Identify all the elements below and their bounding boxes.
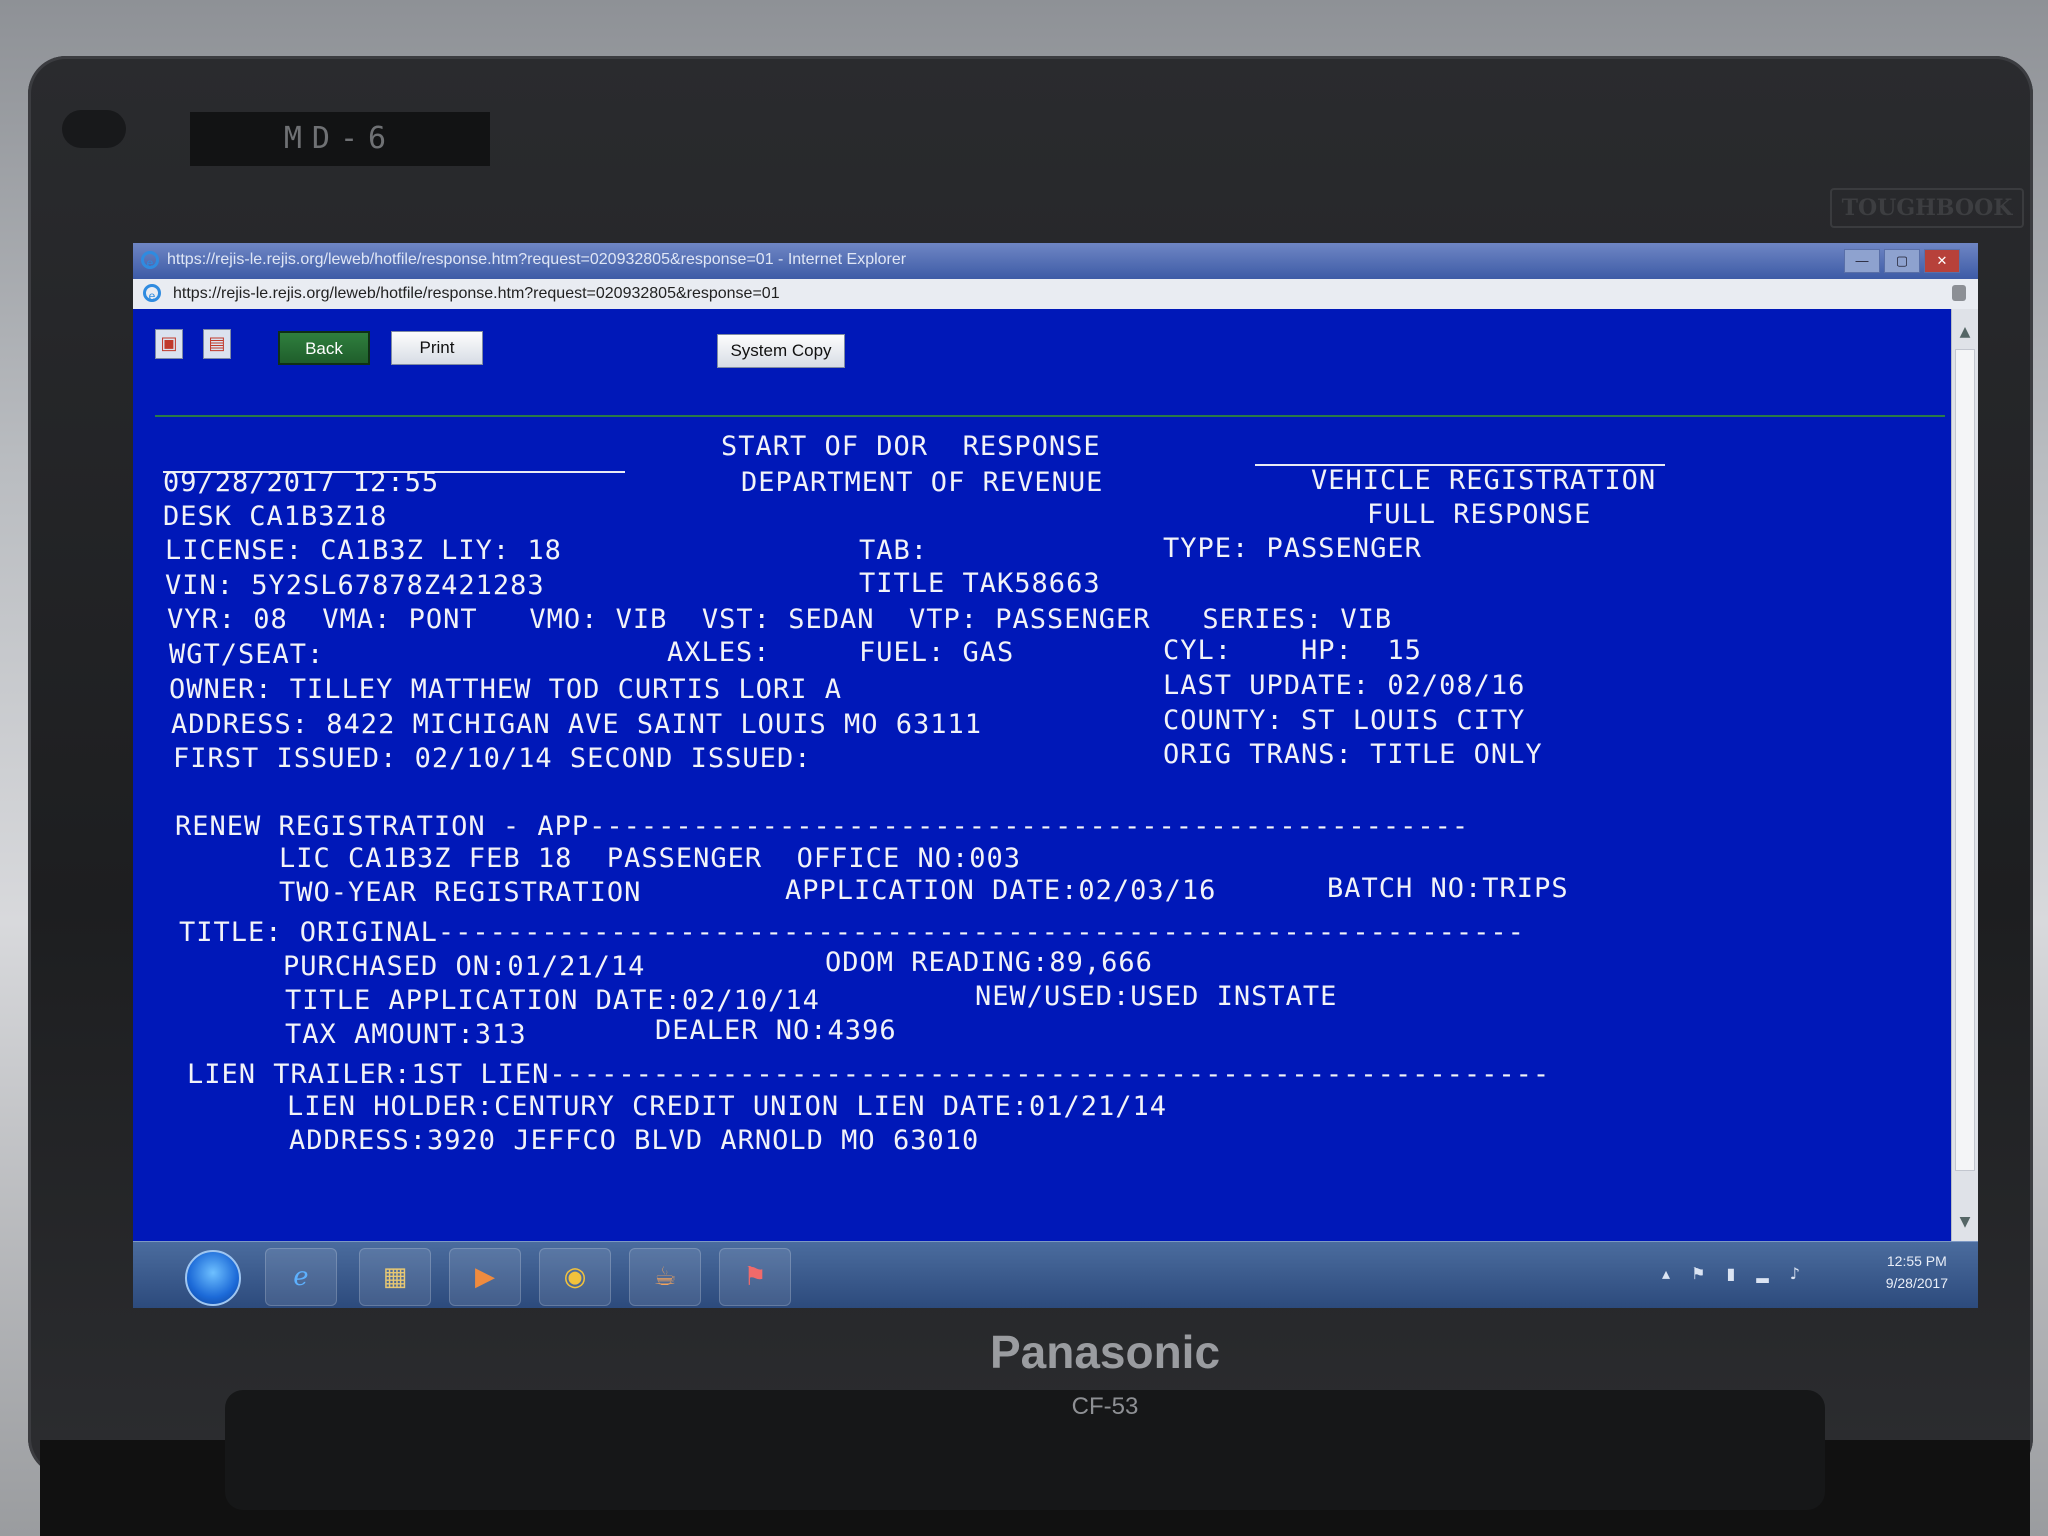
scroll-down-icon[interactable]: ▼	[1956, 1213, 1974, 1231]
java-icon[interactable]: ☕	[629, 1248, 701, 1306]
close-button[interactable]: ✕	[1924, 249, 1960, 273]
vertical-scrollbar[interactable]: ▲ ▼	[1951, 309, 1978, 1241]
window-titlebar[interactable]: e https://rejis-le.rejis.org/leweb/hotfi…	[133, 243, 1978, 279]
screen: e https://rejis-le.rejis.org/leweb/hotfi…	[133, 243, 1978, 1308]
model-label: CF-53	[1071, 1393, 1139, 1420]
renew-license-line: LIC CA1B3Z FEB 18 PASSENGER OFFICE NO:00…	[279, 843, 1021, 874]
print-button[interactable]: Print	[391, 331, 483, 365]
weight-seat-field: WGT/SEAT:	[169, 639, 325, 670]
lien-section-header: LIEN TRAILER:1ST LIEN-------------------…	[187, 1059, 1551, 1090]
owner-field: OWNER: TILLEY MATTHEW TOD CURTIS LORI A	[169, 674, 842, 705]
title-application-date: TITLE APPLICATION DATE:02/10/14	[285, 985, 820, 1016]
maximize-button[interactable]: ▢	[1884, 249, 1920, 273]
taskbar: ℯ ▦ ▶ ◉ ☕ ⚑ ▴ ⚑ ▮ ▂ ♪ 12:55 PM 9/28/2017	[133, 1241, 1978, 1308]
address-url[interactable]: https://rejis-le.rejis.org/leweb/hotfile…	[173, 285, 780, 303]
county-field: COUNTY: ST LOUIS CITY	[1163, 705, 1526, 736]
tax-amount-field: TAX AMOUNT:313	[285, 1019, 527, 1050]
cyl-hp-field: CYL: HP: 15	[1163, 635, 1422, 666]
record-type: VEHICLE REGISTRATION	[1311, 465, 1657, 496]
license-line: LICENSE: CA1B3Z LIY: 18	[165, 535, 562, 566]
folder-icon[interactable]: ▦	[359, 1248, 431, 1306]
camera-housing	[62, 110, 126, 148]
full-response-label: FULL RESPONSE	[1367, 499, 1592, 530]
address-bar[interactable]: e https://rejis-le.rejis.org/leweb/hotfi…	[133, 279, 1978, 310]
renew-registration-header: RENEW REGISTRATION - APP----------------…	[175, 811, 1470, 842]
last-update-field: LAST UPDATE: 02/08/16	[1163, 670, 1526, 701]
window-title: https://rejis-le.rejis.org/leweb/hotfile…	[167, 251, 907, 268]
title-number: TITLE TAK58663	[859, 568, 1101, 599]
media-player-icon[interactable]: ▶	[449, 1248, 521, 1306]
response-datetime: 09/28/2017 12:55	[163, 467, 440, 498]
print-icon[interactable]: ▤	[203, 329, 231, 359]
application-date: APPLICATION DATE:02/03/16	[785, 875, 1217, 906]
registration-term: TWO-YEAR REGISTRATION	[279, 877, 642, 908]
page-content: ▣ ▤ Back Print System Copy START OF DOR …	[133, 309, 1978, 1241]
batch-number: BATCH NO:TRIPS	[1327, 873, 1569, 904]
new-used-field: NEW/USED:USED INSTATE	[975, 981, 1338, 1012]
vin-field: VIN: 5Y2SL67878Z421283	[165, 570, 545, 601]
desk-id: DESK CA1B3Z18	[163, 501, 388, 532]
dealer-number-field: DEALER NO:4396	[655, 1015, 897, 1046]
back-button[interactable]: Back	[278, 331, 370, 365]
axles-field: AXLES:	[667, 637, 771, 668]
minimize-button[interactable]: —	[1844, 249, 1880, 273]
first-issued-field: FIRST ISSUED: 02/10/14 SECOND ISSUED:	[173, 743, 812, 774]
system-tray[interactable]: ▴ ⚑ ▮ ▂ ♪	[1662, 1264, 1808, 1283]
brand-logo: Panasonic	[989, 1326, 1221, 1378]
taskbar-clock[interactable]: 12:55 PM 9/28/2017	[1886, 1250, 1948, 1294]
tab-field: TAB:	[859, 535, 929, 566]
vehicle-details: VYR: 08 VMA: PONT VMO: VIB VST: SEDAN VT…	[167, 604, 1393, 635]
internet-explorer-icon: e	[141, 251, 159, 270]
owner-address-field: ADDRESS: 8422 MICHIGAN AVE SAINT LOUIS M…	[171, 709, 983, 740]
purchased-on-field: PURCHASED ON:01/21/14	[283, 951, 646, 982]
odometer-field: ODOM READING:89,666	[825, 947, 1153, 978]
page-icon: e	[143, 284, 161, 303]
title-section-header: TITLE: ORIGINAL-------------------------…	[179, 917, 1525, 948]
clock-date: 9/28/2017	[1885, 1275, 1948, 1291]
lien-holder-field: LIEN HOLDER:CENTURY CREDIT UNION LIEN DA…	[287, 1091, 1168, 1122]
flag-icon[interactable]: ⚑	[719, 1248, 791, 1306]
lien-address-field: ADDRESS:3920 JEFFCO BLVD ARNOLD MO 63010	[289, 1125, 980, 1156]
scrollbar-thumb[interactable]	[1955, 349, 1975, 1171]
chrome-icon[interactable]: ◉	[539, 1248, 611, 1306]
orig-trans-field: ORIG TRANS: TITLE ONLY	[1163, 739, 1543, 770]
clock-time: 12:55 PM	[1886, 1253, 1947, 1269]
type-field: TYPE: PASSENGER	[1163, 533, 1422, 564]
divider	[155, 415, 1945, 417]
start-orb-icon[interactable]	[185, 1250, 241, 1306]
lock-icon	[1952, 285, 1966, 301]
save-icon[interactable]: ▣	[155, 329, 183, 359]
department-name: DEPARTMENT OF REVENUE	[741, 467, 1104, 498]
fuel-field: FUEL: GAS	[859, 637, 1015, 668]
internet-explorer-icon[interactable]: ℯ	[265, 1248, 337, 1306]
start-banner: START OF DOR RESPONSE	[721, 431, 1101, 462]
system-copy-button[interactable]: System Copy	[717, 334, 845, 368]
asset-label: MD-6	[190, 112, 490, 166]
toughbook-badge: TOUGHBOOK	[1830, 188, 2024, 228]
scroll-up-icon[interactable]: ▲	[1956, 323, 1974, 341]
window-controls: — ▢ ✕	[1844, 249, 1960, 273]
